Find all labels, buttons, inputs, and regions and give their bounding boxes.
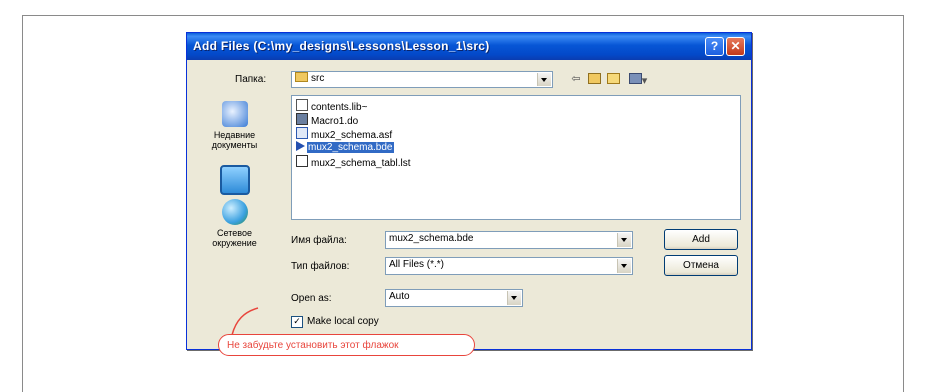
- make-local-copy-label[interactable]: Make local copy: [307, 316, 379, 327]
- cancel-button[interactable]: Отмена: [664, 255, 738, 276]
- file-type-label: Тип файлов:: [291, 261, 350, 272]
- place-label: Сетевое окружение: [212, 228, 257, 248]
- place-recent-documents[interactable]: Недавние документы: [197, 101, 272, 150]
- file-type-dropdown-arrow[interactable]: [617, 259, 631, 273]
- views-menu-icon[interactable]: ▾: [627, 73, 649, 87]
- callout-note: Не забудьте установить этот флажок: [218, 334, 475, 356]
- back-icon[interactable]: ⇦: [569, 73, 583, 85]
- title-bar[interactable]: Add Files (C:\my_designs\Lessons\Lesson_…: [187, 33, 751, 60]
- open-as-value: Auto: [389, 291, 410, 302]
- look-in-dropdown-arrow[interactable]: [537, 73, 551, 86]
- file-list[interactable]: contents.lib~ Macro1.do mux2_schema.asf …: [291, 95, 741, 220]
- look-in-value: src: [311, 73, 325, 84]
- up-folder-icon[interactable]: [587, 73, 601, 85]
- file-item[interactable]: mux2_schema.asf: [296, 127, 393, 141]
- file-name-input[interactable]: mux2_schema.bde: [385, 231, 633, 249]
- file-item[interactable]: contents.lib~: [296, 99, 368, 113]
- text-file-icon: [296, 99, 308, 111]
- close-button[interactable]: ✕: [726, 37, 745, 56]
- look-in-label: Папка:: [235, 74, 267, 85]
- open-as-label: Open as:: [291, 293, 332, 304]
- file-item-selected[interactable]: mux2_schema.bde: [296, 141, 394, 155]
- bde-file-icon: [296, 141, 305, 151]
- recent-documents-icon: [221, 101, 248, 127]
- help-button[interactable]: ?: [705, 37, 724, 56]
- schema-file-icon: [296, 127, 308, 139]
- make-local-copy-checkbox[interactable]: ✓: [291, 316, 303, 328]
- place-network[interactable]: Сетевое окружение: [197, 199, 272, 248]
- dialog-title: Add Files (C:\my_designs\Lessons\Lesson_…: [193, 39, 490, 53]
- file-name-dropdown-arrow[interactable]: [617, 233, 631, 247]
- place-desktop[interactable]: [197, 165, 272, 198]
- add-files-dialog: Add Files (C:\my_designs\Lessons\Lesson_…: [186, 32, 752, 350]
- look-in-select[interactable]: src: [291, 71, 553, 88]
- add-button[interactable]: Add: [664, 229, 738, 250]
- open-as-dropdown-arrow[interactable]: [507, 291, 521, 305]
- file-item[interactable]: mux2_schema_tabl.lst: [296, 155, 412, 169]
- macro-file-icon: [296, 113, 308, 125]
- desktop-icon: [219, 165, 250, 195]
- file-type-select[interactable]: All Files (*.*): [385, 257, 633, 275]
- file-item[interactable]: Macro1.do: [296, 113, 359, 127]
- file-name-label: Имя файла:: [291, 235, 347, 246]
- place-label: Недавние документы: [211, 130, 258, 150]
- network-places-icon: [221, 199, 248, 225]
- list-file-icon: [296, 155, 308, 167]
- callout-pointer: [231, 307, 259, 336]
- open-as-select[interactable]: Auto: [385, 289, 523, 307]
- folder-icon: [295, 72, 308, 82]
- new-folder-icon[interactable]: [606, 73, 620, 85]
- file-name-value: mux2_schema.bde: [389, 233, 474, 244]
- file-type-value: All Files (*.*): [389, 259, 445, 270]
